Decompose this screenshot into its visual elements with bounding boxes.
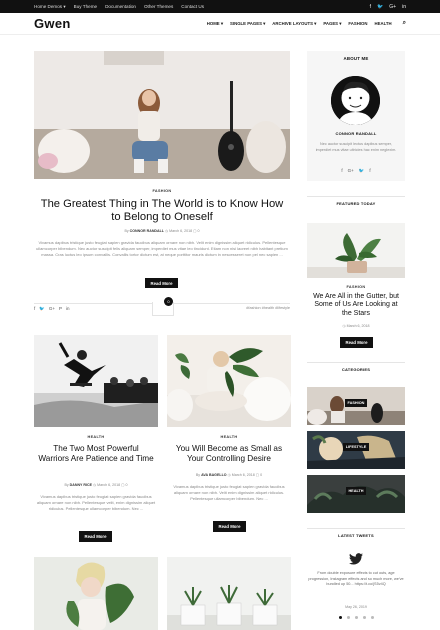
pagination-dot[interactable]	[362, 616, 366, 619]
facebook-icon[interactable]: f	[369, 168, 370, 174]
linkedin-icon[interactable]: in	[66, 306, 70, 312]
post-2-read-more-button[interactable]: Read More	[213, 521, 246, 532]
twitter-icon[interactable]: 🐦	[377, 4, 383, 10]
google-plus-icon[interactable]: G+	[49, 306, 55, 312]
clock-icon: ◷	[342, 324, 346, 328]
meta-by: By	[124, 229, 129, 233]
tweet-date[interactable]: May 26, 2019	[307, 605, 405, 609]
post-1-comments[interactable]: 0	[126, 483, 128, 487]
about-text: Nec auctor suscipit lectus dapibus sempe…	[315, 142, 397, 152]
search-icon[interactable]: ⌕	[403, 20, 406, 27]
tweet-pagination	[307, 616, 405, 619]
about-heading: ABOUT ME	[343, 56, 369, 61]
post-2-excerpt: Vivamus dapibus tristique justo feugiat …	[173, 484, 285, 501]
topbar-link-documentation[interactable]: Documentation	[105, 4, 136, 10]
comment-icon: ▢	[193, 229, 197, 233]
featured-today-divider	[307, 196, 405, 197]
post-1-date: March 6, 2018	[97, 483, 121, 487]
post-1-title[interactable]: The Two Most Powerful Warriors Are Patie…	[38, 444, 154, 464]
featured-today-heading: FEATURED TODAY	[336, 201, 376, 206]
site-logo[interactable]: Gwen	[34, 16, 71, 31]
nav-fashion[interactable]: FASHION	[348, 21, 367, 26]
site-header: Gwen HOME ▾ SINGLE PAGES ▾ ARCHIVE LAYOU…	[0, 13, 440, 35]
post-image-3[interactable]	[34, 557, 158, 630]
topbar-link-home-demos[interactable]: Home Demos ▾	[34, 4, 66, 10]
pagination-dot[interactable]	[354, 616, 358, 619]
featured-today-title[interactable]: We Are All in the Gutter, but Some of Us…	[310, 293, 402, 318]
main-nav: HOME ▾ SINGLE PAGES ▾ ARCHIVE LAYOUTS ▾ …	[207, 20, 406, 27]
post-1-author[interactable]: DANNY RICE	[70, 483, 92, 487]
post-2-meta: By AVA BAGELLO ◷ March 6, 2018 ▢ 0	[195, 473, 263, 477]
nav-archive-layouts[interactable]: ARCHIVE LAYOUTS ▾	[272, 21, 316, 27]
nav-home[interactable]: HOME ▾	[207, 21, 223, 27]
twitter-icon[interactable]: 🐦	[39, 306, 45, 312]
about-name: CONNOR RANDALL	[335, 131, 377, 136]
twitter-bird-icon	[349, 552, 363, 565]
category-fashion-label[interactable]: FASHION	[345, 399, 367, 407]
nav-pages[interactable]: PAGES ▾	[323, 21, 341, 27]
comment-count-bubble[interactable]: 0	[164, 297, 173, 306]
pagination-dot[interactable]	[370, 616, 374, 619]
tweet-text: From double exposure effects to cut outs…	[308, 571, 404, 587]
meta-date: March 6, 2018	[169, 229, 193, 233]
twitter-icon[interactable]: 🐦	[359, 168, 365, 174]
post-2-author[interactable]: AVA BAGELLO	[201, 473, 227, 477]
post-2-date: March 6, 2018	[231, 473, 255, 477]
pinterest-icon[interactable]: P	[59, 306, 62, 312]
topbar-link-other-themes[interactable]: Other Themes	[144, 4, 173, 10]
google-plus-icon[interactable]: G+	[348, 168, 354, 174]
featured-read-more-button[interactable]: Read More	[145, 278, 178, 288]
tweets-divider	[307, 528, 405, 529]
featured-today-date: ◷ March 6, 2018	[342, 324, 370, 328]
post-1-category[interactable]: HEALTH	[34, 435, 158, 439]
post-2-category[interactable]: HEALTH	[167, 435, 291, 439]
pagination-dot[interactable]	[346, 616, 350, 619]
facebook-icon[interactable]: f	[370, 4, 371, 10]
featured-meta: By CONNOR RANDALL ◷ March 6, 2018 ▢ 0	[34, 229, 290, 233]
meta-comments[interactable]: 0	[198, 229, 200, 233]
clock-icon: ◷	[165, 229, 169, 233]
post-1-excerpt: Vivamus dapibus tristique justo feugiat …	[36, 494, 156, 511]
comment-icon: ▢	[121, 483, 125, 487]
post-image-2[interactable]	[167, 335, 291, 427]
featured-excerpt: Vivamus dapibus tristique justo feugiat …	[36, 240, 288, 257]
category-health-label[interactable]: HEALTH	[346, 487, 366, 495]
topbar-link-contact-us[interactable]: Contact Us	[181, 4, 204, 10]
categories-divider	[307, 362, 405, 363]
meta-author[interactable]: CONNOR RANDALL	[130, 229, 164, 233]
featured-today-image[interactable]	[307, 223, 405, 278]
nav-health[interactable]: HEALTH	[375, 21, 392, 26]
featured-title[interactable]: The Greatest Thing in The World is to Kn…	[40, 198, 284, 225]
post-1-meta: By DANNY RICE ◷ March 6, 2018 ▢ 0	[64, 483, 128, 487]
featured-tags[interactable]: #fashion #health #lifestyle	[214, 306, 290, 310]
pagination-dot-active[interactable]	[338, 616, 342, 619]
featured-share: f 🐦 G+ P in	[34, 306, 70, 312]
featured-category[interactable]: FASHION	[34, 189, 290, 193]
clock-icon: ◷	[92, 483, 97, 487]
about-social: f G+ 🐦 f	[307, 168, 405, 174]
google-plus-icon[interactable]: G+	[389, 4, 396, 10]
featured-post-image[interactable]	[34, 51, 290, 179]
top-bar: Home Demos ▾ Buy Theme Documentation Oth…	[0, 0, 440, 13]
post-image-1[interactable]	[34, 335, 158, 427]
category-lifestyle-label[interactable]: LIFESTYLE	[343, 443, 369, 451]
tweets-heading: LATEST TWEETS	[338, 533, 374, 538]
comment-icon: ▢	[255, 473, 260, 477]
facebook-icon[interactable]: f	[341, 168, 342, 174]
nav-single-pages[interactable]: SINGLE PAGES ▾	[230, 21, 265, 27]
featured-today-category[interactable]: FASHION	[307, 285, 405, 289]
post-1-read-more-button[interactable]: Read More	[79, 531, 112, 542]
facebook-icon[interactable]: f	[34, 306, 35, 312]
post-image-4[interactable]	[167, 557, 291, 630]
linkedin-icon[interactable]: in	[402, 4, 406, 10]
post-2-title[interactable]: You Will Become as Small as Your Control…	[169, 444, 289, 464]
clock-icon: ◷	[227, 473, 231, 477]
post-2-comments[interactable]: 0	[260, 473, 262, 477]
about-avatar[interactable]	[331, 76, 380, 125]
categories-heading: CATEGORIES	[341, 367, 371, 372]
featured-today-read-more-button[interactable]: Read More	[340, 337, 373, 348]
topbar-link-buy-theme[interactable]: Buy Theme	[74, 4, 97, 10]
